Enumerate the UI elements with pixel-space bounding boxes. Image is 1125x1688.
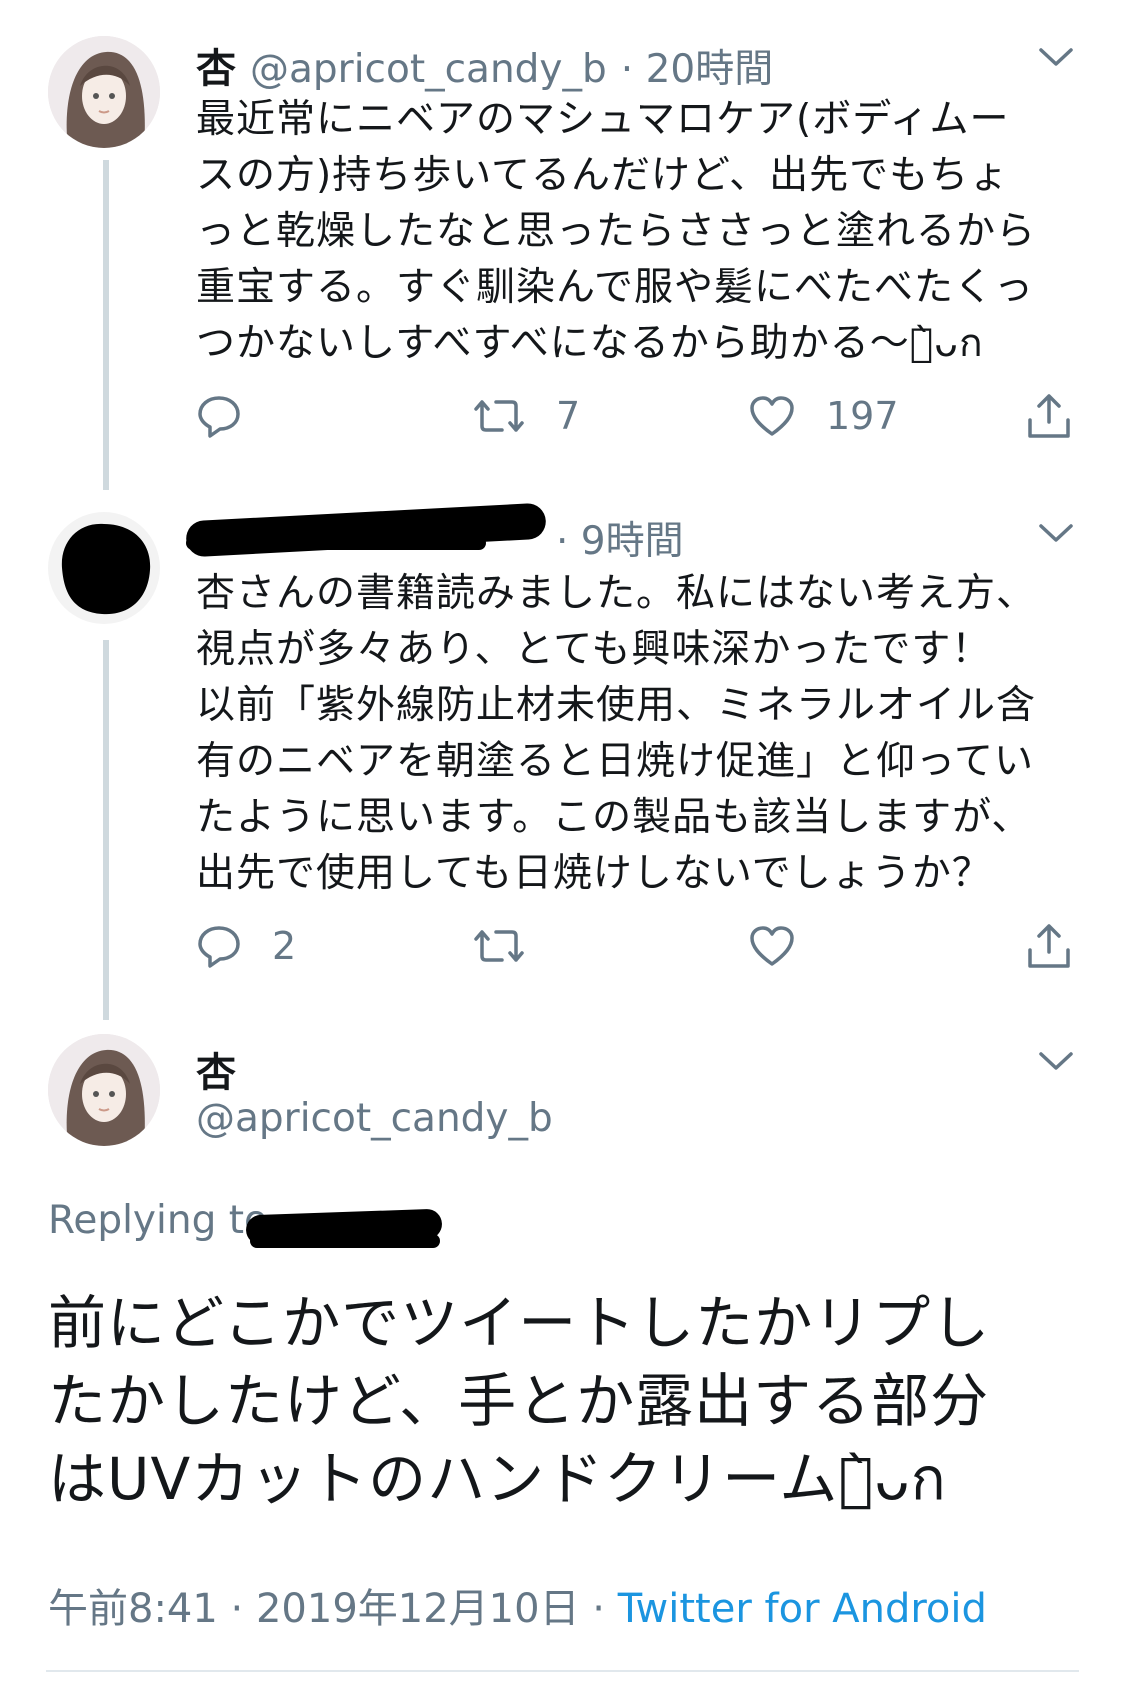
tweet2-retweet-button[interactable] — [472, 924, 556, 968]
thread-line-1 — [103, 160, 109, 490]
share-icon — [1028, 394, 1070, 438]
avatar-replier[interactable] — [48, 512, 160, 624]
source-link[interactable]: Twitter for Android — [618, 1586, 987, 1632]
retweet-icon — [474, 400, 524, 432]
chevron-down-icon — [1039, 524, 1073, 542]
avatar-apricot-main[interactable] — [48, 1034, 160, 1146]
tweet1-header: 杏 @apricot_candy_b · 20時間 — [196, 36, 773, 94]
tweet1-text: 最近常にニベアのマシュマロケア(ボディムー スの方)持ち歩いてるんだけど、出先で… — [196, 97, 1037, 366]
replying-to-label: Replying to — [48, 1198, 268, 1243]
tweet1-reply-button[interactable] — [196, 394, 272, 438]
tweet2-reply-count: 2 — [272, 924, 297, 968]
tweet1-retweet-count: 7 — [556, 394, 581, 438]
tweet2-text: 杏さんの書籍読みました。私にはない考え方、 視点が多々あり、とても興味深かったで… — [196, 571, 1037, 896]
share-icon — [1028, 924, 1070, 968]
like-icon — [750, 396, 794, 436]
tweet1-menu-button[interactable] — [1038, 44, 1074, 76]
tweet1-name[interactable]: 杏 — [196, 36, 236, 94]
reply-icon — [198, 396, 240, 438]
tweet1-like-button[interactable]: 197 — [748, 394, 899, 438]
redacted-reply-target-2 — [250, 1234, 440, 1248]
main-tweet-footer: 午前8:41 · 2019年12月10日 · Twitter for Andro… — [48, 1576, 987, 1634]
main-tweet-time: 午前8:41 — [48, 1586, 218, 1632]
retweet-icon — [474, 930, 524, 962]
main-tweet-name[interactable]: 杏 — [196, 1040, 236, 1098]
avatar-apricot[interactable] — [48, 36, 160, 148]
tweet1-handle[interactable]: @apricot_candy_b — [250, 47, 607, 92]
tweet1-time[interactable]: · 20時間 — [621, 38, 773, 94]
tweet1-like-count: 197 — [826, 394, 899, 438]
footer-divider — [46, 1670, 1079, 1672]
tweet2-like-button[interactable] — [748, 924, 826, 968]
tweet2-reply-button[interactable]: 2 — [196, 924, 296, 968]
tweet2-menu-button[interactable] — [1038, 520, 1074, 552]
tweet1-retweet-button[interactable]: 7 — [472, 394, 580, 438]
tweet1-share-button[interactable] — [1026, 392, 1072, 440]
reply-icon — [198, 926, 240, 968]
main-tweet-handle[interactable]: @apricot_candy_b — [196, 1096, 553, 1141]
thread-line-2 — [103, 640, 109, 1020]
tweet2-share-button[interactable] — [1026, 922, 1072, 970]
source-separator: · — [592, 1586, 606, 1632]
redacted-name-2 — [186, 536, 486, 550]
like-icon — [750, 926, 794, 966]
chevron-down-icon — [1039, 48, 1073, 66]
tweet2-time[interactable]: · 9時間 — [556, 510, 684, 566]
main-tweet-menu-button[interactable] — [1038, 1048, 1074, 1080]
main-tweet-text: 前にどこかでツイートしたかリプし たかしたけど、手とか露出する部分 はUVカット… — [48, 1289, 991, 1513]
main-tweet-date: · 2019年12月10日 — [230, 1586, 580, 1632]
chevron-down-icon — [1039, 1052, 1073, 1070]
